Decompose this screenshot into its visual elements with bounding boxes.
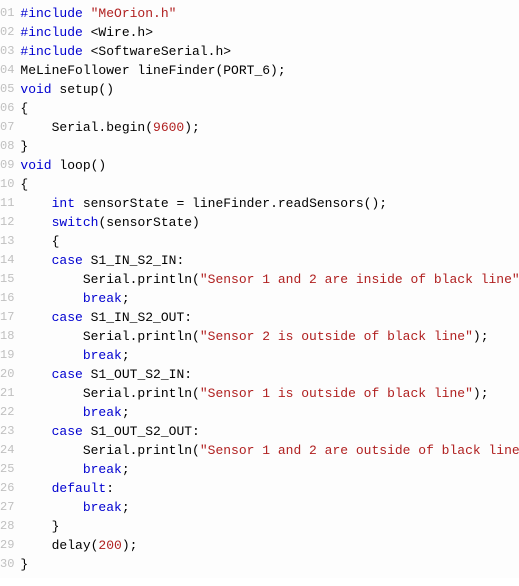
line-number: 02 (0, 23, 14, 42)
code-line: } (20, 137, 519, 156)
line-number: 28 (0, 517, 14, 536)
code-line: void setup() (20, 80, 519, 99)
line-number: 08 (0, 137, 14, 156)
code-line: } (20, 555, 519, 574)
code-line: { (20, 232, 519, 251)
code-line: break; (20, 346, 519, 365)
code-line: MeLineFollower lineFinder(PORT_6); (20, 61, 519, 80)
code-line: break; (20, 498, 519, 517)
line-number: 14 (0, 251, 14, 270)
code-line: case S1_IN_S2_IN: (20, 251, 519, 270)
line-number: 04 (0, 61, 14, 80)
line-number: 09 (0, 156, 14, 175)
line-number: 03 (0, 42, 14, 61)
line-number-gutter: 01 02 03 04 05 06 07 08 09 10 11 12 13 1… (0, 0, 14, 578)
code-line: case S1_OUT_S2_OUT: (20, 422, 519, 441)
code-line: Serial.println("Sensor 1 is outside of b… (20, 384, 519, 403)
code-line: { (20, 175, 519, 194)
code-line: delay(200); (20, 536, 519, 555)
line-number: 10 (0, 175, 14, 194)
code-line: switch(sensorState) (20, 213, 519, 232)
line-number: 23 (0, 422, 14, 441)
line-number: 07 (0, 118, 14, 137)
code-line: break; (20, 289, 519, 308)
line-number: 29 (0, 536, 14, 555)
code-line: Serial.begin(9600); (20, 118, 519, 137)
line-number: 19 (0, 346, 14, 365)
line-number: 12 (0, 213, 14, 232)
line-number: 20 (0, 365, 14, 384)
line-number: 16 (0, 289, 14, 308)
code-line: Serial.println("Sensor 1 and 2 are outsi… (20, 441, 519, 460)
code-line: case S1_IN_S2_OUT: (20, 308, 519, 327)
line-number: 25 (0, 460, 14, 479)
code-line: break; (20, 403, 519, 422)
code-area[interactable]: #include "MeOrion.h" #include <Wire.h> #… (14, 0, 519, 578)
code-line: #include <SoftwareSerial.h> (20, 42, 519, 61)
line-number: 22 (0, 403, 14, 422)
line-number: 26 (0, 479, 14, 498)
code-line: #include <Wire.h> (20, 23, 519, 42)
line-number: 15 (0, 270, 14, 289)
code-editor: 01 02 03 04 05 06 07 08 09 10 11 12 13 1… (0, 0, 519, 578)
code-line: } (20, 517, 519, 536)
line-number: 30 (0, 555, 14, 574)
code-line: Serial.println("Sensor 2 is outside of b… (20, 327, 519, 346)
code-line: case S1_OUT_S2_IN: (20, 365, 519, 384)
line-number: 24 (0, 441, 14, 460)
line-number: 05 (0, 80, 14, 99)
code-line: { (20, 99, 519, 118)
line-number: 21 (0, 384, 14, 403)
line-number: 11 (0, 194, 14, 213)
line-number: 17 (0, 308, 14, 327)
line-number: 27 (0, 498, 14, 517)
line-number: 01 (0, 4, 14, 23)
code-line: default: (20, 479, 519, 498)
line-number: 18 (0, 327, 14, 346)
code-line: #include "MeOrion.h" (20, 4, 519, 23)
code-line: void loop() (20, 156, 519, 175)
code-line: Serial.println("Sensor 1 and 2 are insid… (20, 270, 519, 289)
code-line: int sensorState = lineFinder.readSensors… (20, 194, 519, 213)
code-line: break; (20, 460, 519, 479)
line-number: 13 (0, 232, 14, 251)
line-number: 06 (0, 99, 14, 118)
